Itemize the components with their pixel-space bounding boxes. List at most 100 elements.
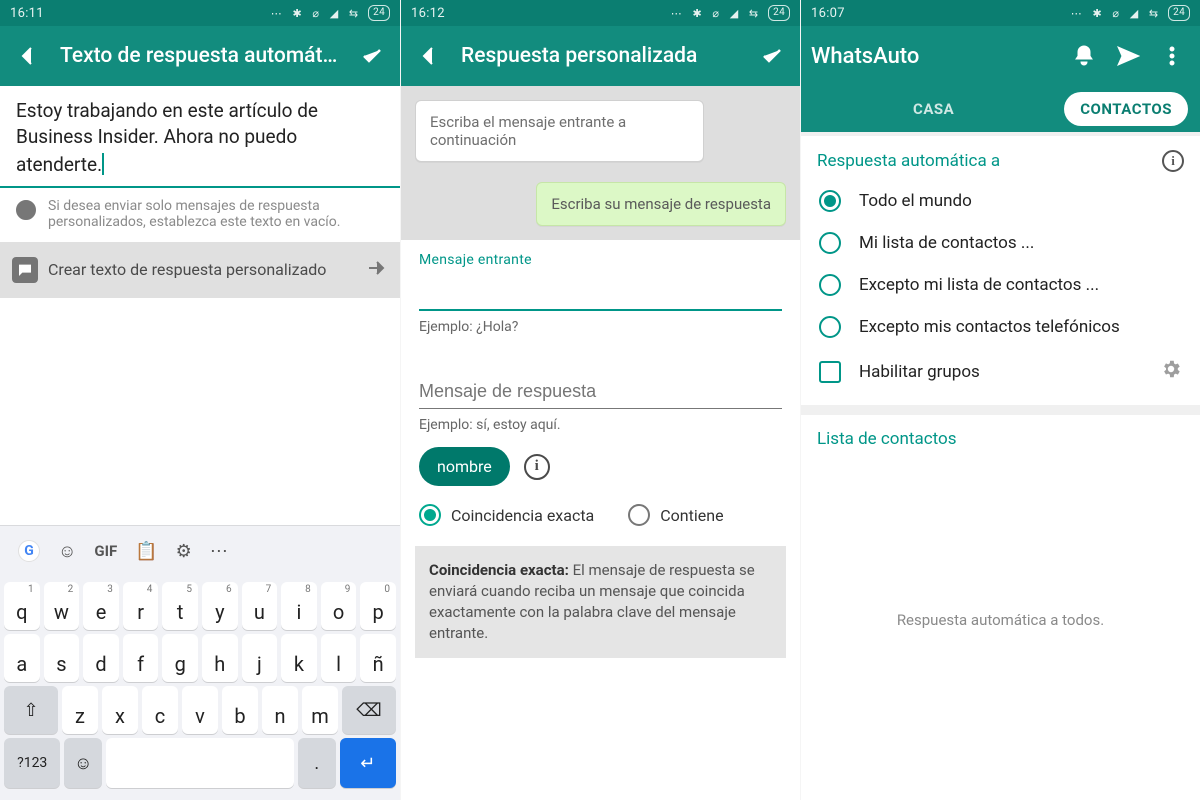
key-t[interactable]: 5t — [162, 582, 198, 630]
status-time: 16:12 — [411, 6, 445, 21]
preview-area: Escriba el mensaje entrante a continuaci… — [401, 86, 800, 240]
status-icons: ⋯ ✱ ⌀ ◢ ⇆ 24 — [671, 5, 790, 21]
clipboard-icon[interactable]: 📋 — [135, 541, 157, 562]
app-bar: Respuesta personalizada — [401, 26, 800, 86]
send-icon[interactable] — [1110, 38, 1146, 74]
option-2[interactable]: Excepto mi lista de contactos ... — [817, 264, 1184, 306]
radio-exact-match[interactable]: Coincidencia exacta — [419, 504, 594, 526]
hint-text: Si desea enviar solo mensajes de respues… — [0, 188, 400, 242]
match-explanation: Coincidencia exacta: El mensaje de respu… — [415, 546, 786, 658]
key-c[interactable]: c — [142, 686, 178, 734]
status-icons: ⋯ ✱ ⌀ ◢ ⇆ 24 — [1071, 5, 1190, 21]
key-ñ[interactable]: ñ — [360, 634, 396, 682]
contacts-card-title: Lista de contactos — [817, 429, 1184, 449]
app-bar: Texto de respuesta automát… — [0, 26, 400, 86]
radio-contains[interactable]: Contiene — [628, 504, 723, 526]
page-title: Respuesta personalizada — [461, 44, 740, 68]
info-icon[interactable]: i — [1162, 150, 1184, 172]
chat-icon — [12, 257, 38, 283]
status-time: 16:07 — [811, 6, 845, 21]
app-brand: WhatsAuto — [811, 44, 919, 69]
key-y[interactable]: 6y — [202, 582, 238, 630]
status-bar: 16:07 ⋯ ✱ ⌀ ◢ ⇆ 24 — [801, 0, 1200, 26]
status-time: 16:11 — [10, 6, 44, 21]
incoming-input[interactable] — [419, 276, 782, 311]
key-p[interactable]: 0p — [360, 582, 396, 630]
incoming-label: Mensaje entrante — [419, 252, 782, 268]
virtual-keyboard[interactable]: G ☺ GIF 📋 ⚙ ⋯ 1q2w3e4r5t6y7u8i9o0p asdfg… — [0, 525, 400, 800]
sticker-icon[interactable]: ☺ — [58, 541, 76, 562]
key-h[interactable]: h — [202, 634, 238, 682]
contacts-list-card: Lista de contactos Respuesta automática … — [801, 415, 1200, 800]
status-icons: ⋯ ✱ ⌀ ◢ ⇆ 24 — [271, 5, 390, 21]
google-icon[interactable]: G — [18, 540, 40, 562]
screen-auto-reply-text: 16:11 ⋯ ✱ ⌀ ◢ ⇆ 24 Texto de respuesta au… — [0, 0, 400, 800]
confirm-icon[interactable] — [754, 38, 790, 74]
key-g[interactable]: g — [162, 634, 198, 682]
overflow-icon[interactable] — [1154, 38, 1190, 74]
shift-key[interactable]: ⇧ — [4, 686, 58, 734]
option-1[interactable]: Mi lista de contactos ... — [817, 222, 1184, 264]
key-u[interactable]: 7u — [242, 582, 278, 630]
key-z[interactable]: z — [62, 686, 98, 734]
key-f[interactable]: f — [123, 634, 159, 682]
create-custom-reply-button[interactable]: Crear texto de respuesta personalizado — [0, 242, 400, 298]
key-d[interactable]: d — [83, 634, 119, 682]
auto-reply-card: Respuesta automática a i Todo el mundoMi… — [801, 136, 1200, 405]
option-3[interactable]: Excepto mis contactos telefónicos — [817, 306, 1184, 348]
screen-custom-reply: 16:12 ⋯ ✱ ⌀ ◢ ⇆ 24 Respuesta personaliza… — [400, 0, 800, 800]
key-r[interactable]: 4r — [123, 582, 159, 630]
option-0[interactable]: Todo el mundo — [817, 180, 1184, 222]
key-s[interactable]: s — [44, 634, 80, 682]
bell-icon[interactable] — [1066, 38, 1102, 74]
key-e[interactable]: 3e — [83, 582, 119, 630]
period-key[interactable]: . — [298, 738, 336, 788]
enable-groups-option[interactable]: Habilitar grupos — [817, 348, 1184, 395]
key-a[interactable]: a — [4, 634, 40, 682]
info-icon — [14, 198, 38, 226]
back-icon[interactable] — [10, 38, 46, 74]
more-icon[interactable]: ⋯ — [210, 541, 228, 562]
message-input[interactable]: Estoy trabajando en este artículo de Bus… — [0, 86, 400, 188]
incoming-example: Ejemplo: ¿Hola? — [419, 319, 782, 335]
settings-icon[interactable]: ⚙ — [176, 541, 192, 562]
key-l[interactable]: l — [321, 634, 357, 682]
checkbox-icon — [819, 361, 841, 383]
back-icon[interactable] — [411, 38, 447, 74]
key-b[interactable]: b — [222, 686, 258, 734]
emoji-key[interactable]: ☺ — [64, 738, 102, 788]
key-w[interactable]: 2w — [44, 582, 80, 630]
reply-input[interactable] — [419, 375, 782, 409]
key-k[interactable]: k — [281, 634, 317, 682]
key-m[interactable]: m — [302, 686, 338, 734]
status-bar: 16:12 ⋯ ✱ ⌀ ◢ ⇆ 24 — [401, 0, 800, 26]
key-v[interactable]: v — [182, 686, 218, 734]
key-i[interactable]: 8i — [281, 582, 317, 630]
gif-button[interactable]: GIF — [94, 542, 117, 560]
name-chip[interactable]: nombre — [419, 447, 510, 486]
enter-key[interactable]: ↵ — [340, 738, 396, 788]
key-n[interactable]: n — [262, 686, 298, 734]
text-cursor — [102, 153, 104, 175]
tab-bar: CASA CONTACTOS — [801, 86, 1200, 132]
info-icon[interactable]: i — [524, 454, 550, 480]
battery-badge: 24 — [1168, 5, 1190, 21]
backspace-key[interactable]: ⌫ — [342, 686, 396, 734]
arrow-right-icon — [364, 256, 388, 284]
gear-icon[interactable] — [1160, 358, 1182, 385]
tab-home[interactable]: CASA — [813, 92, 1054, 126]
match-type-group: Coincidencia exacta Contiene — [419, 504, 782, 526]
key-q[interactable]: 1q — [4, 582, 40, 630]
key-o[interactable]: 9o — [321, 582, 357, 630]
space-key[interactable] — [106, 738, 294, 788]
keyboard-toolbar: G ☺ GIF 📋 ⚙ ⋯ — [0, 526, 400, 576]
symbols-key[interactable]: ?123 — [4, 738, 60, 788]
card-title: Respuesta automática a — [817, 151, 1000, 171]
confirm-icon[interactable] — [354, 38, 390, 74]
reply-example: Ejemplo: sí, estoy aquí. — [419, 417, 782, 433]
status-bar: 16:11 ⋯ ✱ ⌀ ◢ ⇆ 24 — [0, 0, 400, 26]
key-x[interactable]: x — [102, 686, 138, 734]
key-j[interactable]: j — [242, 634, 278, 682]
empty-state-text: Respuesta automática a todos. — [817, 449, 1184, 790]
tab-contacts[interactable]: CONTACTOS — [1064, 92, 1188, 126]
